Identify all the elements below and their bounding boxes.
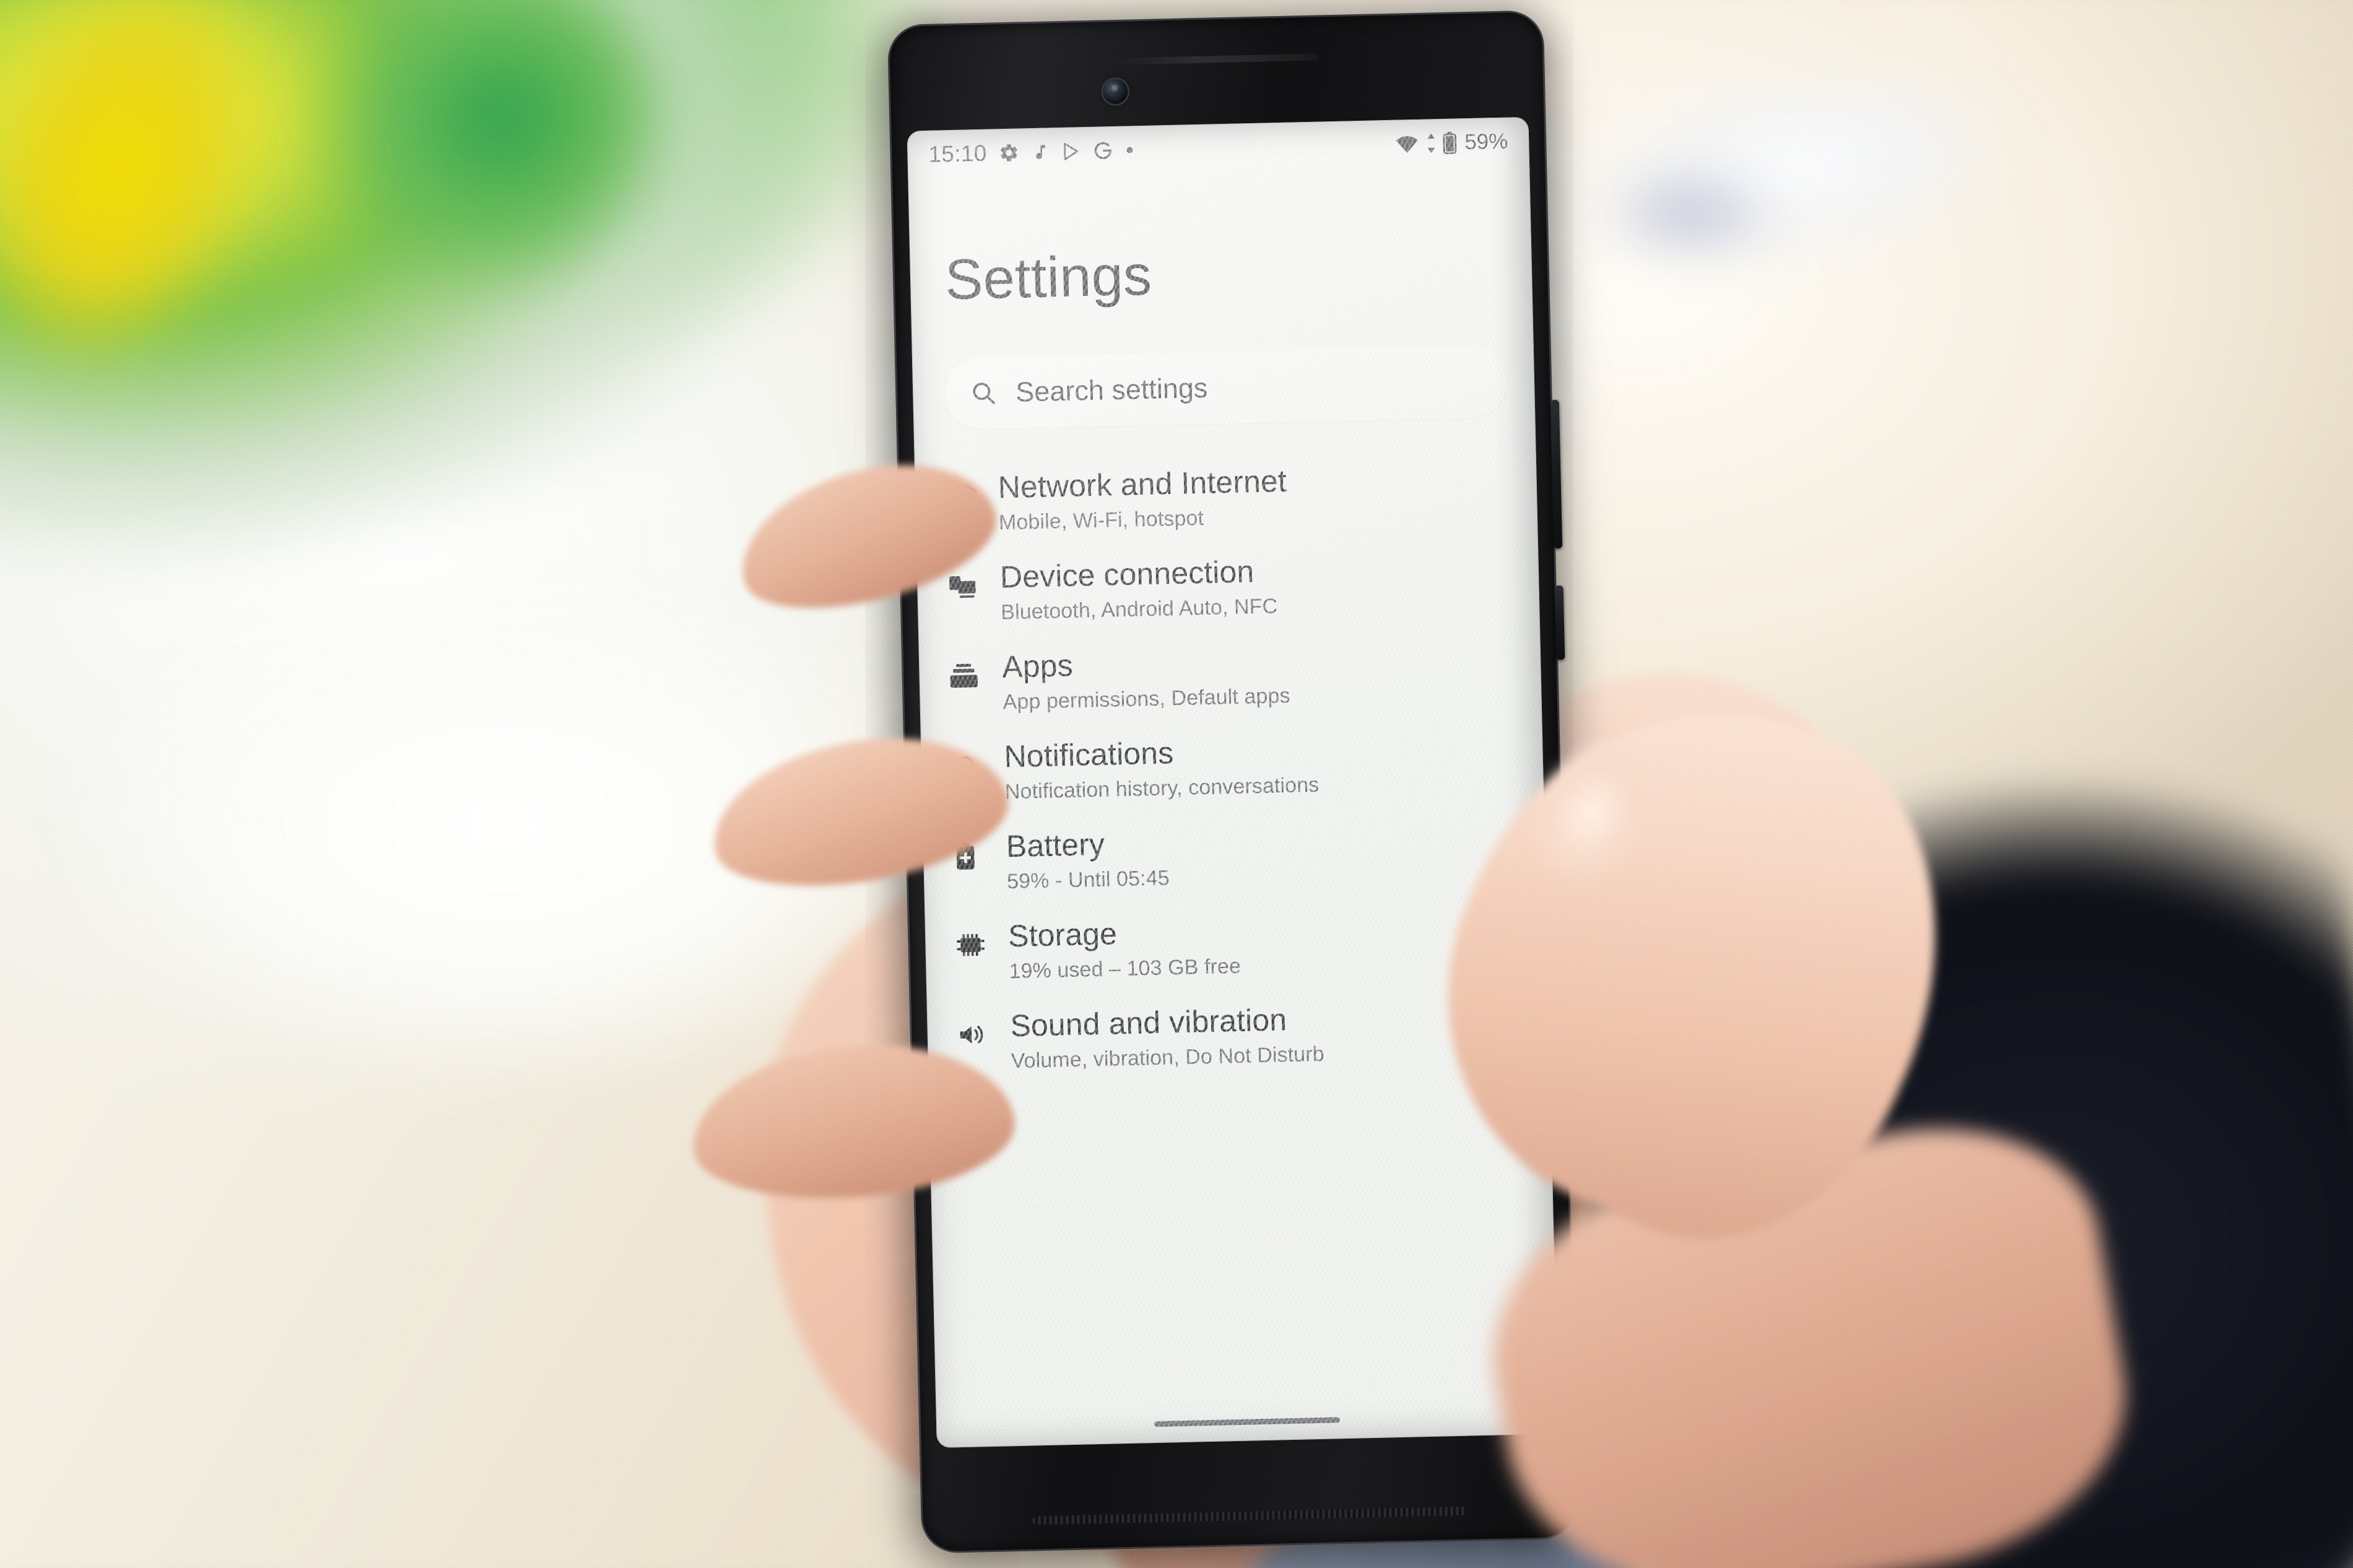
settings-item-title: Device connection <box>999 554 1255 595</box>
settings-item-text: Sound and vibration Volume, vibration, D… <box>1010 1000 1324 1073</box>
settings-item-title: Battery <box>1006 826 1105 864</box>
settings-item-network-and-internet[interactable]: Network and Internet Mobile, Wi-Fi, hots… <box>915 456 1538 560</box>
settings-item-subtitle: Volume, vibration, Do Not Disturb <box>1011 1042 1325 1073</box>
settings-item-device-connection[interactable]: Device connection Bluetooth, Android Aut… <box>916 546 1540 650</box>
home-gesture-pill[interactable] <box>1154 1417 1341 1427</box>
settings-item-subtitle: App permissions, Default apps <box>1003 683 1290 714</box>
settings-item-subtitle: Bluetooth, Android Auto, NFC <box>1000 594 1278 625</box>
settings-item-text: Battery 59% - Until 05:45 <box>1006 823 1170 894</box>
settings-item-text: Storage 19% used – 103 GB free <box>1007 912 1242 984</box>
volume-icon <box>957 1007 1011 1049</box>
settings-item-text: Device connection Bluetooth, Android Aut… <box>999 552 1277 625</box>
settings-item-subtitle: 19% used – 103 GB free <box>1009 954 1242 984</box>
settings-item-title: Network and Internet <box>998 463 1287 505</box>
settings-item-title: Notifications <box>1003 735 1174 774</box>
status-bar-left-group: 15:10 <box>928 137 1135 168</box>
settings-item-subtitle: Mobile, Wi-Fi, hotspot <box>998 506 1204 535</box>
settings-item-text: Notifications Notification history, conv… <box>1004 730 1320 804</box>
wifi-icon <box>1394 134 1420 154</box>
dot-icon <box>1124 145 1134 155</box>
power-button[interactable] <box>1554 585 1565 661</box>
battery-icon <box>1443 131 1457 154</box>
battery-percent-label: 59% <box>1464 129 1508 155</box>
gear-icon <box>998 142 1020 163</box>
status-bar-right-group: 59% <box>1394 129 1508 157</box>
status-bar-clock: 15:10 <box>928 140 988 167</box>
photo-scene: 15:10 59% Settings Search settings Netwo… <box>0 0 2353 1568</box>
settings-item-notifications[interactable]: Notifications Notification history, conv… <box>921 726 1544 829</box>
google-g-icon <box>1093 140 1113 162</box>
phone-screen[interactable]: 15:10 59% Settings Search settings Netwo… <box>907 116 1559 1449</box>
settings-item-text: Network and Internet Mobile, Wi-Fi, hots… <box>998 462 1287 535</box>
music-note-icon <box>1031 141 1050 163</box>
background-blue-object <box>1560 142 1820 285</box>
settings-item-title: Storage <box>1007 916 1118 954</box>
settings-item-title: Sound and vibration <box>1009 1002 1287 1044</box>
search-settings-bar[interactable]: Search settings <box>944 345 1508 430</box>
settings-item-battery[interactable]: Battery 59% - Until 05:45 <box>923 815 1546 919</box>
storage-chip-icon <box>954 917 1008 959</box>
data-transfer-arrows-icon <box>1426 133 1437 154</box>
search-icon <box>970 379 998 407</box>
play-store-icon <box>1061 141 1082 162</box>
search-settings-placeholder: Search settings <box>1015 371 1208 408</box>
apps-tray-icon <box>949 648 1003 690</box>
settings-item-subtitle: Notification history, conversations <box>1004 773 1320 804</box>
settings-item-title: Apps <box>1001 648 1074 685</box>
settings-item-text: Apps App permissions, Default apps <box>1002 641 1290 714</box>
page-title: Settings <box>944 243 1153 312</box>
settings-item-subtitle: 59% - Until 05:45 <box>1006 866 1170 894</box>
settings-item-apps[interactable]: Apps App permissions, Default apps <box>919 636 1542 740</box>
